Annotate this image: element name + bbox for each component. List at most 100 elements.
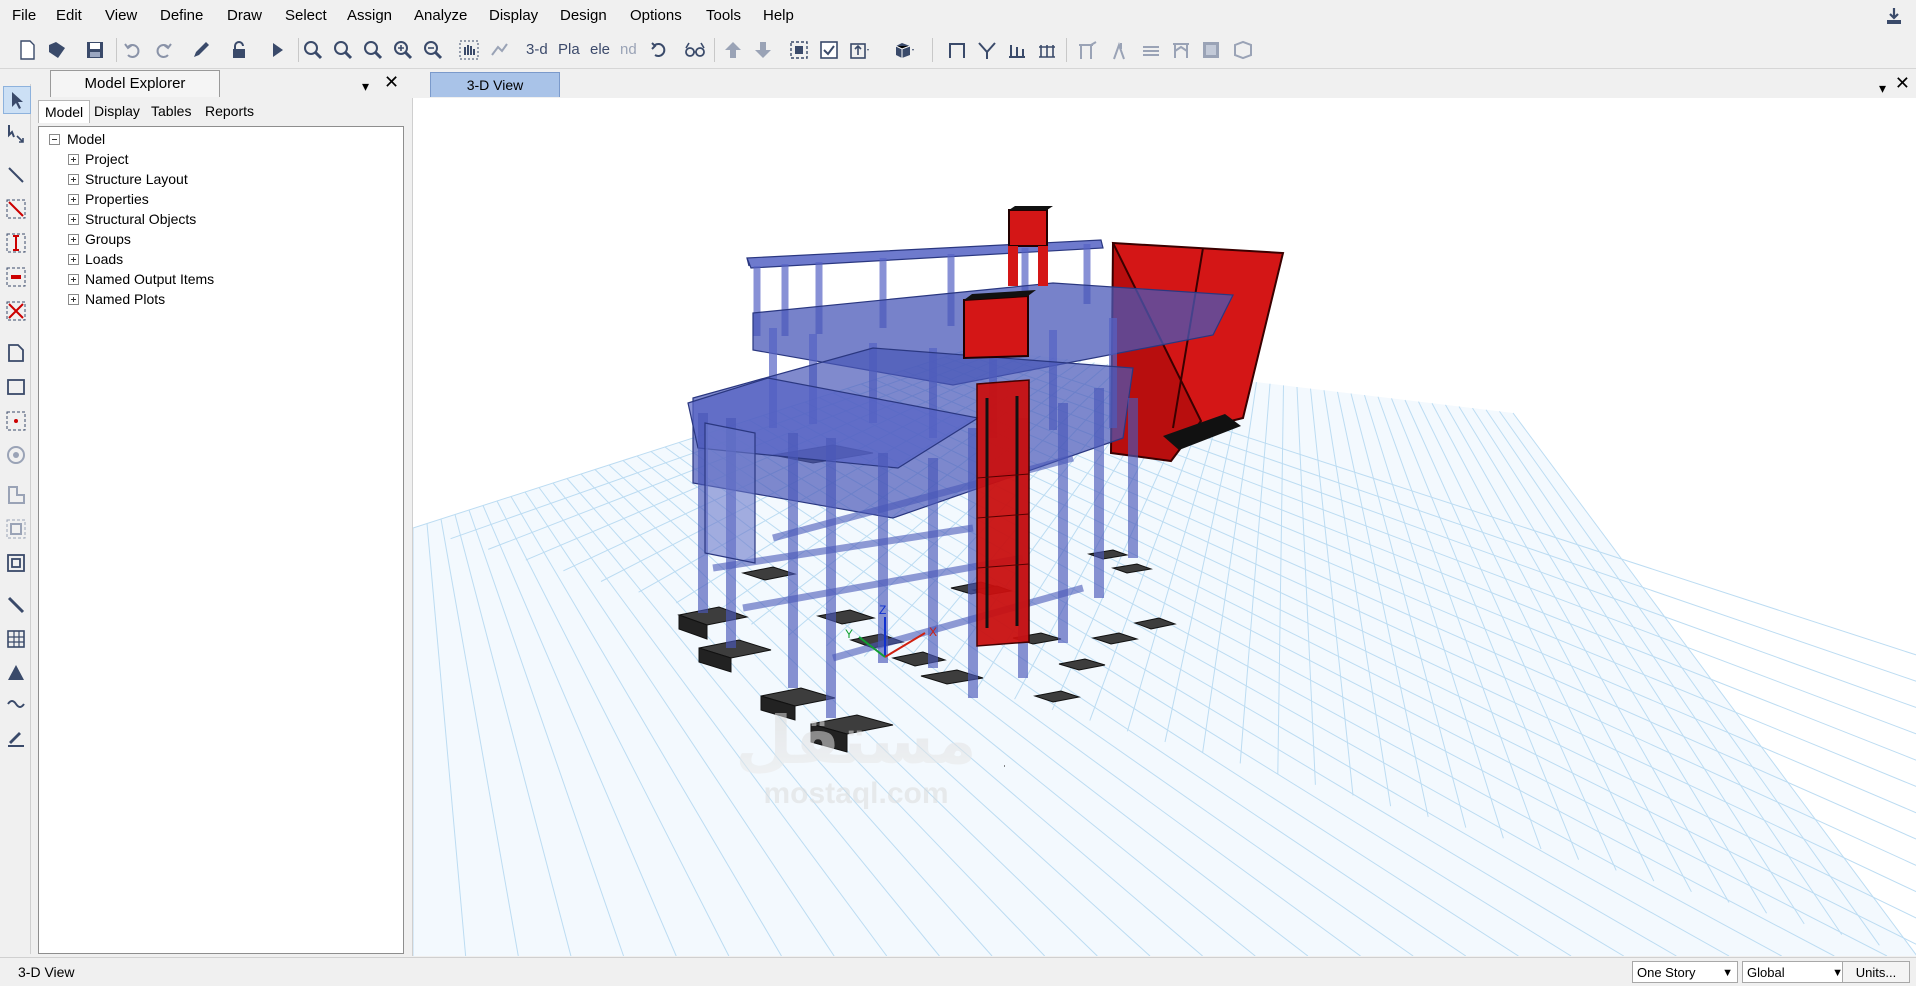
tab-tables[interactable]: Tables xyxy=(145,100,197,122)
expand-icon[interactable] xyxy=(68,274,79,285)
units-button[interactable]: Units... xyxy=(1842,961,1910,983)
draw-click-area-button[interactable] xyxy=(3,408,29,434)
elevation-view-button[interactable]: ele xyxy=(590,41,610,58)
collapse-icon[interactable] xyxy=(49,134,60,145)
draw-grid-button[interactable] xyxy=(3,626,29,652)
view-close-icon[interactable]: ✕ xyxy=(1895,73,1910,94)
explorer-dropdown-icon[interactable]: ▾ xyxy=(362,78,369,95)
expand-icon[interactable] xyxy=(68,214,79,225)
draw-slab-button[interactable] xyxy=(1138,37,1164,63)
draw-area-button[interactable] xyxy=(1198,37,1224,63)
draw-polygon-button[interactable] xyxy=(3,340,29,366)
draw-line-region-button[interactable] xyxy=(3,196,29,222)
expand-icon[interactable] xyxy=(68,234,79,245)
menu-file[interactable]: File xyxy=(12,7,36,24)
draw-brace-button[interactable] xyxy=(974,37,1000,63)
pan-button[interactable] xyxy=(456,37,482,63)
menu-draw[interactable]: Draw xyxy=(227,7,262,24)
select-pointer-button[interactable] xyxy=(3,86,31,114)
move-up-button[interactable] xyxy=(720,37,746,63)
tab-model[interactable]: Model xyxy=(38,100,91,123)
coordinate-system-select[interactable]: Global ▼ xyxy=(1742,961,1848,983)
nd-view-button[interactable]: nd xyxy=(620,41,637,58)
save-icon xyxy=(87,42,103,58)
rubber-band-button[interactable] xyxy=(486,37,512,63)
menu-assign[interactable]: Assign xyxy=(347,7,392,24)
draw-toolbar-vertical xyxy=(0,84,31,954)
rotate-view-button[interactable] xyxy=(646,37,672,63)
menu-define[interactable]: Define xyxy=(160,7,203,24)
draw-rectangle-button[interactable] xyxy=(3,374,29,400)
perspective-button[interactable] xyxy=(682,37,708,63)
menu-design[interactable]: Design xyxy=(560,7,607,24)
expand-icon[interactable] xyxy=(68,174,79,185)
redo-button[interactable] xyxy=(150,37,176,63)
explorer-close-icon[interactable]: ✕ xyxy=(384,72,399,93)
draw-wall-button[interactable] xyxy=(1108,37,1134,63)
reshape-button[interactable] xyxy=(3,120,29,146)
plan-view-button[interactable]: Pla xyxy=(558,41,580,58)
draw-column-button[interactable] xyxy=(1034,37,1060,63)
new-model-button[interactable] xyxy=(14,37,40,63)
menu-display[interactable]: Display xyxy=(489,7,538,24)
view-tab-bar: 3-D View ▾ ✕ xyxy=(412,70,1916,98)
tab-display[interactable]: Display xyxy=(88,100,146,122)
extrude-dropdown-button[interactable] xyxy=(890,37,916,63)
tab-3d-view[interactable]: 3-D View xyxy=(430,72,560,97)
draw-link-button[interactable] xyxy=(3,592,29,618)
zoom-window-button[interactable] xyxy=(300,37,326,63)
draw-dimension-button[interactable] xyxy=(3,690,29,716)
edit-pencil-button[interactable] xyxy=(188,37,214,63)
zoom-extents-button[interactable] xyxy=(330,37,356,63)
draw-frame-button[interactable] xyxy=(944,37,970,63)
zoom-previous-button[interactable] xyxy=(360,37,386,63)
assign-dropdown-button[interactable] xyxy=(846,37,872,63)
draw-column-region-button[interactable] xyxy=(3,230,29,256)
draw-ramp-button[interactable] xyxy=(1230,37,1256,63)
menu-view[interactable]: View xyxy=(105,7,137,24)
draw-beam-region-button[interactable] xyxy=(3,264,29,290)
menu-options[interactable]: Options xyxy=(630,7,682,24)
expand-icon[interactable] xyxy=(68,294,79,305)
zoom-in-button[interactable] xyxy=(390,37,416,63)
zoom-out-button[interactable] xyxy=(420,37,446,63)
set-display-options-button[interactable] xyxy=(816,37,842,63)
draw-wall-region-button[interactable] xyxy=(3,516,29,542)
menu-select[interactable]: Select xyxy=(285,7,327,24)
expand-icon[interactable] xyxy=(68,154,79,165)
draw-section-cut-button[interactable] xyxy=(3,660,29,686)
draw-secondary-beam-button[interactable] xyxy=(1074,37,1100,63)
section-cut-icon xyxy=(8,665,24,680)
draw-circle-button[interactable] xyxy=(3,442,29,468)
axis-z-label: Z xyxy=(879,603,886,617)
save-button[interactable] xyxy=(82,37,108,63)
object-shrink-button[interactable] xyxy=(786,37,812,63)
move-down-button[interactable] xyxy=(750,37,776,63)
watermark: مستقل mostaql.com xyxy=(735,702,976,810)
draw-brace-region-button[interactable] xyxy=(3,298,29,324)
model-3d-viewport[interactable]: Z X Y مستقل mostaql.com xyxy=(412,98,1916,956)
menu-tools[interactable]: Tools xyxy=(706,7,741,24)
draw-opening-region-button[interactable] xyxy=(3,550,29,576)
view-dropdown-icon[interactable]: ▾ xyxy=(1879,80,1886,97)
lock-button[interactable] xyxy=(226,37,252,63)
draw-beam-button[interactable] xyxy=(1004,37,1030,63)
download-icon[interactable] xyxy=(1884,6,1904,26)
view-3d-button[interactable]: 3-d xyxy=(526,41,548,58)
rectangle-icon xyxy=(7,379,25,395)
draw-wall-stack-button[interactable] xyxy=(3,482,29,508)
undo-button[interactable] xyxy=(120,37,146,63)
open-button[interactable] xyxy=(44,37,70,63)
menu-analyze[interactable]: Analyze xyxy=(414,7,467,24)
menu-edit[interactable]: Edit xyxy=(56,7,82,24)
draw-opening-button[interactable] xyxy=(1168,37,1194,63)
tab-reports[interactable]: Reports xyxy=(199,100,260,122)
draw-reference-button[interactable] xyxy=(3,724,29,750)
draw-line-button[interactable] xyxy=(3,162,29,188)
run-analysis-button[interactable] xyxy=(264,37,290,63)
expand-icon[interactable] xyxy=(68,194,79,205)
menu-help[interactable]: Help xyxy=(763,7,794,24)
expand-icon[interactable] xyxy=(68,254,79,265)
story-select[interactable]: One Story ▼ xyxy=(1632,961,1738,983)
model-explorer-title[interactable]: Model Explorer xyxy=(50,70,220,97)
